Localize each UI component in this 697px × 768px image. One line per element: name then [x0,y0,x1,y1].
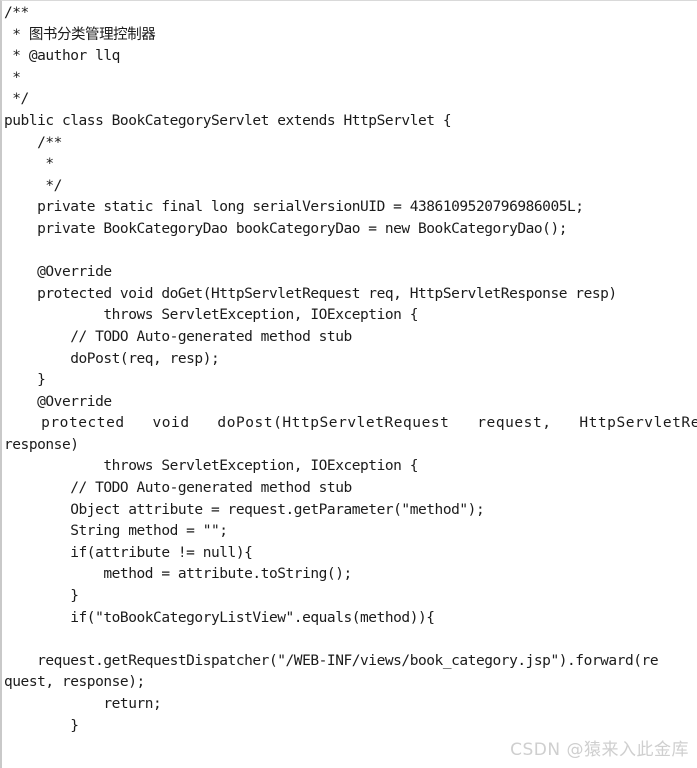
code-line: private static final long serialVersionU… [4,199,584,216]
code-line: /** [4,5,29,21]
code-line: } [4,717,79,734]
code-line: // TODO Auto-generated method stub [4,328,352,345]
code-line: * [4,156,54,173]
code-line: throws ServletException, IOException { [4,458,418,475]
code-line: * 图书分类管理控制器 [4,26,156,43]
code-line: } [4,588,79,605]
code-line: */ [4,91,29,108]
code-line: /** [4,134,62,151]
code-line: method = attribute.toString(); [4,566,352,583]
code-line: if(attribute != null){ [4,544,253,561]
code-line: quest, response); [4,674,145,691]
code-line: @Override [4,393,112,410]
code-line: String method = ""; [4,523,228,540]
code-line: } [4,372,46,389]
code-line: public class BookCategoryServlet extends… [4,112,452,129]
code-line: Object attribute = request.getParameter(… [4,501,485,518]
code-line-list: /** * 图书分类管理控制器 * @author llq * */ public… [2,3,697,737]
code-line: * @author llq [4,48,120,65]
code-line: @Override [4,264,112,281]
code-line: // TODO Auto-generated method stub [4,480,352,497]
code-line: doPost(req, resp); [4,350,220,367]
code-line: return; [4,696,162,712]
code-line: private BookCategoryDao bookCategoryDao … [4,220,568,237]
code-line: * [4,69,21,86]
code-line: throws ServletException, IOException { [4,307,418,324]
code-line: request.getRequestDispatcher("/WEB-INF/v… [4,652,659,669]
code-line: response) [4,436,79,453]
code-line: */ [4,177,62,194]
code-block: /** * 图书分类管理控制器 * @author llq * */ public… [0,0,697,768]
code-line: protected void doGet(HttpServletRequest … [4,285,617,302]
csdn-watermark: CSDN @猿来入此金库 [510,740,689,760]
code-line: if("toBookCategoryListView".equals(metho… [4,609,435,626]
code-line: protected void doPost(HttpServletRequest… [4,415,697,432]
